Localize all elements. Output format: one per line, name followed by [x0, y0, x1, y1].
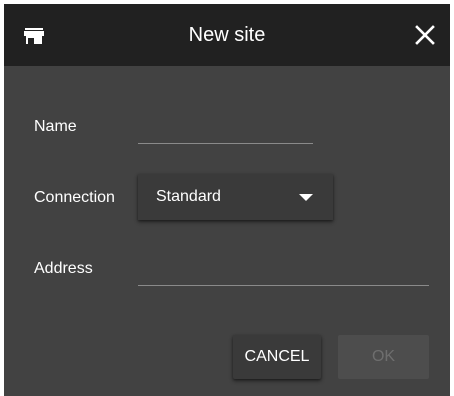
- connection-select[interactable]: Standard: [138, 174, 333, 220]
- chevron-down-icon: [299, 194, 313, 201]
- new-site-dialog: New site Name Connection Standard Addres…: [4, 4, 450, 396]
- name-field[interactable]: [138, 117, 313, 144]
- address-field[interactable]: [138, 259, 429, 286]
- address-label: Address: [34, 260, 93, 277]
- cancel-button[interactable]: CANCEL: [233, 335, 321, 379]
- name-label: Name: [34, 118, 77, 135]
- dialog-titlebar: New site: [4, 4, 450, 66]
- connection-label: Connection: [34, 189, 115, 206]
- connection-selected-value: Standard: [156, 188, 221, 205]
- close-icon[interactable]: [414, 24, 436, 46]
- ok-button[interactable]: OK: [338, 335, 429, 379]
- dialog-title: New site: [188, 24, 266, 46]
